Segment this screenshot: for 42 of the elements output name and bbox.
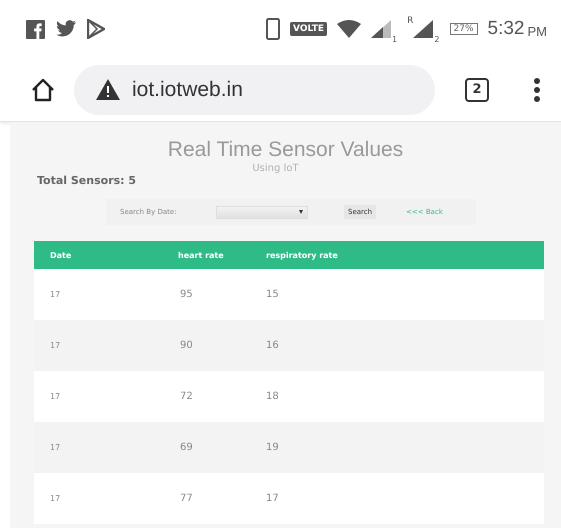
facebook-icon [26, 20, 45, 38]
clock-period: PM [528, 24, 547, 38]
table-cell-text: 90 [180, 340, 194, 351]
wifi-icon [337, 20, 362, 38]
table-cell-text: 77 [180, 493, 194, 504]
clock-time: 5:32 [488, 18, 524, 40]
table-cell-text: 69 [180, 442, 194, 453]
column-header: Date [50, 250, 72, 260]
play-store-icon [87, 19, 105, 39]
table-cell-text: 17 [50, 494, 62, 503]
warning-icon [96, 79, 120, 100]
dropdown-icon [299, 210, 303, 214]
phone-icon [266, 18, 280, 40]
bird-icon [55, 20, 77, 38]
column-header: heart rate [178, 250, 225, 260]
table-cell-text: 19 [266, 442, 280, 453]
table-cell-text: 17 [50, 341, 62, 350]
table-cell-text: 95 [180, 289, 194, 300]
table-cell-text: 72 [180, 391, 194, 402]
address-bar[interactable]: iot.iotweb.in [74, 64, 435, 114]
table-cell-text: 15 [266, 289, 280, 300]
volte-badge: VOLTE [290, 22, 328, 36]
roaming-label: R [407, 16, 414, 26]
table-cell-text: 17 [266, 493, 280, 504]
sim-label: 2 [434, 35, 440, 44]
home-icon[interactable] [30, 76, 56, 102]
table-cell-text: 17 [50, 443, 62, 452]
url-text: iot.iotweb.in [132, 78, 243, 102]
battery-indicator: 27% [450, 23, 478, 35]
tab-count-button[interactable]: 2 [465, 78, 489, 102]
sim-label: 1 [392, 35, 398, 44]
signal-icon [413, 20, 434, 38]
menu-icon[interactable] [533, 76, 541, 102]
total-sensors: Total Sensors: 5 [37, 174, 136, 187]
table-cell-text: 16 [266, 340, 280, 351]
signal-icon [371, 20, 392, 38]
page-title: Real Time Sensor Values [166, 138, 404, 162]
column-header: respiratory rate [266, 250, 339, 260]
table-cell-text: 17 [50, 290, 62, 299]
table-cell-text: 18 [266, 391, 280, 402]
table-cell-text: 17 [50, 392, 62, 401]
page-subtitle: Using IoT [252, 163, 299, 174]
